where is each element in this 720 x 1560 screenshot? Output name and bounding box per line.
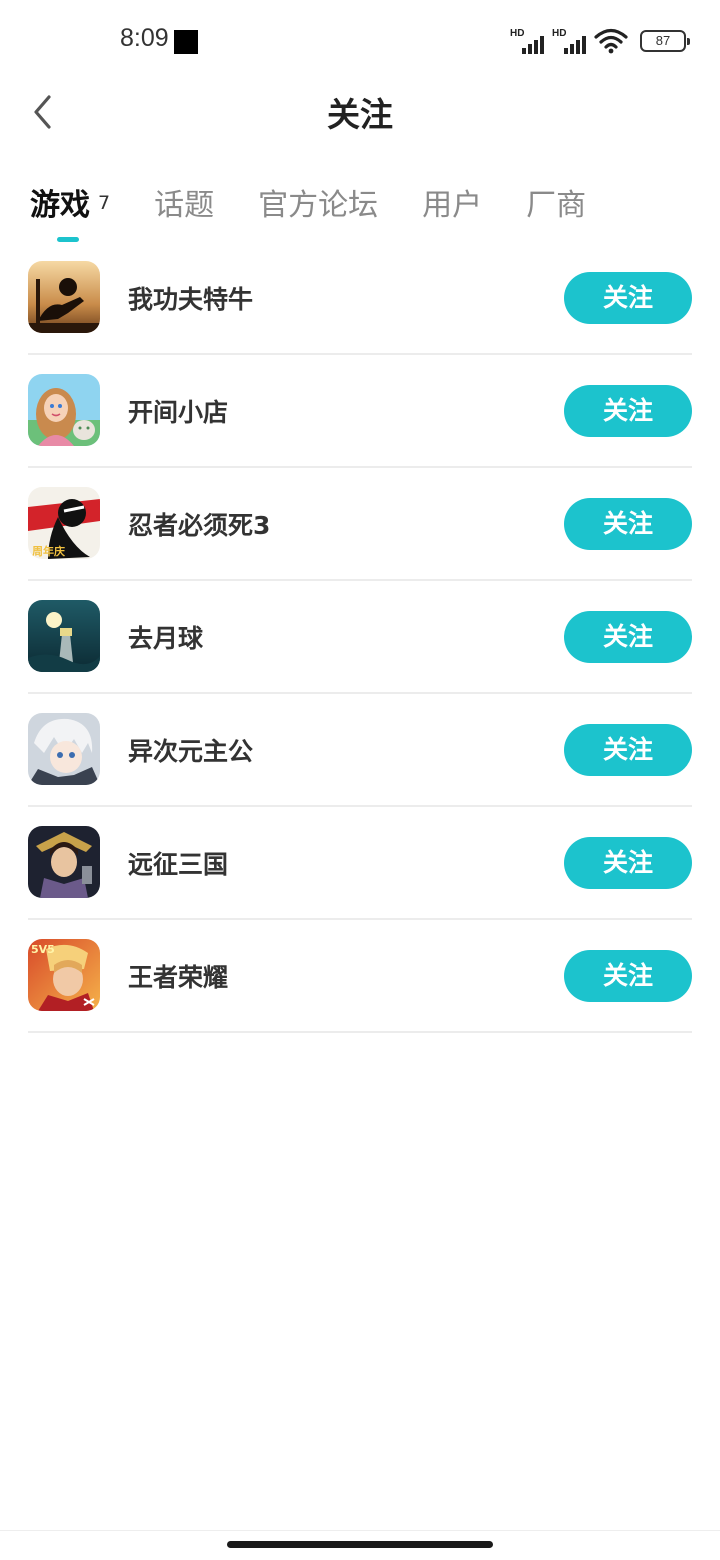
tab-label: 用户 [422,188,483,223]
game-name: 王者荣耀 [128,963,229,992]
follow-button[interactable]: 关注 [564,272,692,324]
game-name: 我功夫特牛 [128,285,254,314]
game-icon-dimension-lord [28,713,100,785]
status-time: 8:09 [120,24,169,52]
tab-topics[interactable]: 话题 [154,180,214,224]
game-name: 开间小店 [128,398,229,427]
game-name: 忍者必须死3 [128,511,271,540]
tab-label: 话题 [154,188,215,223]
page-title: 关注 [327,95,393,134]
status-icons: HD HD 87 [510,26,690,56]
list-item[interactable]: 去月球 关注 [28,581,692,694]
home-indicator[interactable] [227,1541,493,1548]
game-name: 远征三国 [128,850,229,879]
game-icon-ninja: 周年庆 [28,487,100,559]
list-item[interactable]: 异次元主公 关注 [28,694,692,807]
tab-label: 厂商 [526,188,587,223]
follow-button[interactable]: 关注 [564,611,692,663]
signal-icon: HD [510,28,544,54]
list-item[interactable]: 开间小店 关注 [28,355,692,468]
divider [0,1530,720,1531]
tab-users[interactable]: 用户 [422,180,482,224]
tab-count: 7 [98,192,111,214]
list-item[interactable]: 周年庆 忍者必须死3 关注 [28,468,692,581]
follow-button[interactable]: 关注 [564,950,692,1002]
list-item[interactable]: 远征三国 关注 [28,807,692,920]
notification-square-icon [174,30,198,54]
game-name: 异次元主公 [128,737,254,766]
list-item[interactable]: 5V5 王者荣耀 关注 [28,920,692,1033]
header: 关注 [0,84,720,144]
tab-label: 官方论坛 [258,188,379,223]
tab-label: 游戏 [30,188,90,223]
follow-button[interactable]: 关注 [564,498,692,550]
battery-icon: 87 [640,30,690,52]
icon-badge-text: 5V5 [31,943,55,956]
signal-icon: HD [552,28,586,54]
battery-level: 87 [655,33,671,48]
wifi-icon [594,28,628,54]
tab-official-forum[interactable]: 官方论坛 [258,180,378,224]
game-icon-honor-of-kings: 5V5 [28,939,100,1011]
tab-bar: 游戏 7 话题 官方论坛 用户 厂商 [30,180,630,250]
status-bar: 8:09 HD HD 87 [0,0,720,84]
follow-button[interactable]: 关注 [564,724,692,776]
game-icon-to-the-moon [28,600,100,672]
game-icon-kungfu [28,261,100,333]
game-icon-three-kingdoms [28,826,100,898]
tab-vendors[interactable]: 厂商 [526,180,586,224]
game-icon-shop [28,374,100,446]
game-list: 我功夫特牛 关注 开间小店 关注 周年庆 忍者必须死3 关注 去月球 关注 异次… [28,242,692,1033]
follow-button[interactable]: 关注 [564,837,692,889]
list-item[interactable]: 我功夫特牛 关注 [28,242,692,355]
tab-games[interactable]: 游戏 7 [30,180,111,242]
icon-badge-text: 周年庆 [32,544,65,558]
game-name: 去月球 [128,624,204,653]
follow-button[interactable]: 关注 [564,385,692,437]
